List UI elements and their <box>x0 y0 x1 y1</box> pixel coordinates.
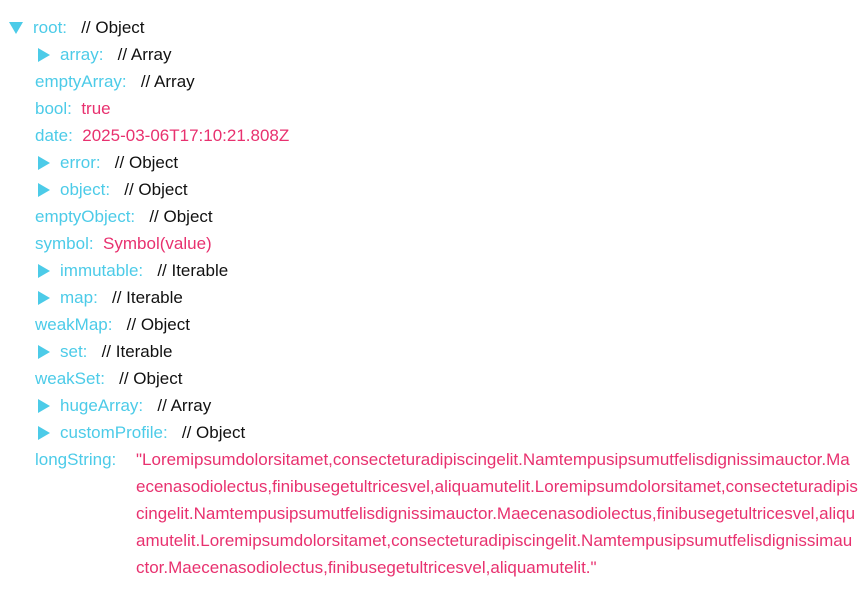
tree-row-root[interactable]: root: // Object <box>0 14 863 41</box>
entry-key[interactable]: date: <box>35 126 73 145</box>
longstring-value: "Loremipsumdolorsitamet,consecteturadipi… <box>136 450 858 577</box>
entry-key[interactable]: immutable: <box>60 261 143 280</box>
tree-row[interactable]: array: // Array <box>0 41 863 68</box>
tree-row: symbol: Symbol(value) <box>0 230 863 257</box>
caret-right-icon[interactable] <box>37 338 51 365</box>
entry-type-comment: // Array <box>140 72 195 91</box>
entry-key[interactable]: customProfile: <box>60 423 168 442</box>
root-children: array: // Array emptyArray: // Array bool:… <box>0 41 863 446</box>
caret-down-icon[interactable] <box>9 14 23 41</box>
tree-row[interactable]: set: // Iterable <box>0 338 863 365</box>
entry-key[interactable]: error: <box>60 153 101 172</box>
tree-row: emptyArray: // Array <box>0 68 863 95</box>
tree-row: bool: true <box>0 95 863 122</box>
caret-right-icon[interactable] <box>37 392 51 419</box>
entry-type-comment: // Iterable <box>101 342 173 361</box>
entry-value: true <box>81 99 111 118</box>
entry-type-comment: // Array <box>157 396 212 415</box>
tree-row[interactable]: hugeArray: // Array <box>0 392 863 419</box>
entry-value: 2025-03-06T17:10:21.808Z <box>82 126 290 145</box>
entry-key[interactable]: object: <box>60 180 110 199</box>
entry-key[interactable]: emptyArray: <box>35 72 127 91</box>
json-tree-view: root: // Object array: // Array emptyArra… <box>0 14 863 608</box>
entry-value: Symbol(value) <box>103 234 212 253</box>
tree-row: date: 2025-03-06T17:10:21.808Z <box>0 122 863 149</box>
tree-row-longstring: longString: "Loremipsumdolorsitamet,cons… <box>0 446 863 608</box>
caret-right-icon[interactable] <box>37 284 51 311</box>
entry-type-comment: // Iterable <box>157 261 229 280</box>
entry-type-comment: // Object <box>114 153 179 172</box>
root-key[interactable]: root: <box>33 18 67 37</box>
entry-key[interactable]: weakSet: <box>35 369 105 388</box>
caret-right-icon[interactable] <box>37 176 51 203</box>
caret-right-icon[interactable] <box>37 419 51 446</box>
tree-row[interactable]: immutable: // Iterable <box>0 257 863 284</box>
entry-type-comment: // Object <box>181 423 246 442</box>
tree-row[interactable]: map: // Iterable <box>0 284 863 311</box>
tree-row[interactable]: object: // Object <box>0 176 863 203</box>
entry-type-comment: // Object <box>119 369 183 388</box>
entry-key[interactable]: set: <box>60 342 87 361</box>
caret-right-icon[interactable] <box>37 257 51 284</box>
entry-type-comment: // Object <box>124 180 188 199</box>
entry-key[interactable]: weakMap: <box>35 315 112 334</box>
entry-key[interactable]: bool: <box>35 99 72 118</box>
entry-type-comment: // Object <box>149 207 213 226</box>
entry-key[interactable]: map: <box>60 288 98 307</box>
tree-row[interactable]: error: // Object <box>0 149 863 176</box>
root-type-comment: // Object <box>81 18 145 37</box>
entry-type-comment: // Object <box>126 315 190 334</box>
entry-key[interactable]: emptyObject: <box>35 207 135 226</box>
entry-type-comment: // Iterable <box>111 288 183 307</box>
tree-row: weakMap: // Object <box>0 311 863 338</box>
entry-type-comment: // Array <box>117 45 172 64</box>
longstring-key[interactable]: longString: <box>35 446 116 473</box>
tree-row[interactable]: customProfile: // Object <box>0 419 863 446</box>
entry-key[interactable]: symbol: <box>35 234 94 253</box>
caret-right-icon[interactable] <box>37 41 51 68</box>
tree-row: emptyObject: // Object <box>0 203 863 230</box>
caret-right-icon[interactable] <box>37 149 51 176</box>
tree-row: weakSet: // Object <box>0 365 863 392</box>
entry-key[interactable]: array: <box>60 45 103 64</box>
entry-key[interactable]: hugeArray: <box>60 396 143 415</box>
